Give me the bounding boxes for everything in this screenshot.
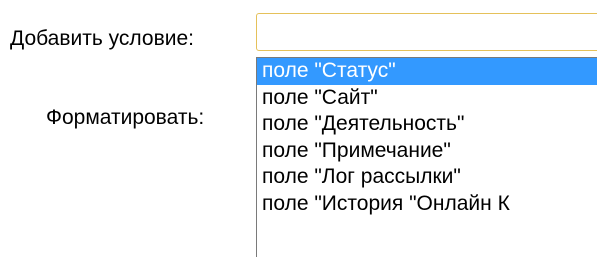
dropdown-option-status[interactable]: поле "Статус" (257, 58, 597, 85)
add-condition-select[interactable] (256, 13, 597, 51)
add-condition-label: Добавить условие: (10, 27, 194, 50)
dropdown-option-mailing-log[interactable]: поле "Лог рассылки" (257, 164, 597, 191)
format-label: Форматировать: (46, 106, 205, 129)
dropdown-option-note[interactable]: поле "Примечание" (257, 138, 597, 165)
dropdown-option-online-history[interactable]: поле "История "Онлайн К (257, 191, 597, 218)
dropdown-option-activity[interactable]: поле "Деятельность" (257, 111, 597, 138)
dropdown-option-site[interactable]: поле "Сайт" (257, 85, 597, 112)
condition-dropdown-list[interactable]: поле "Статус" поле "Сайт" поле "Деятельн… (256, 57, 597, 257)
